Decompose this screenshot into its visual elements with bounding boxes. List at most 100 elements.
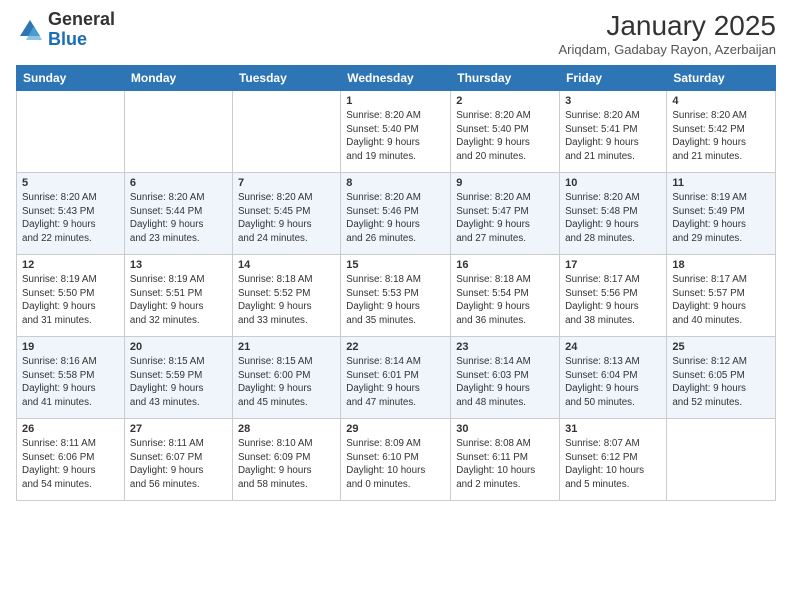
day-info: Sunrise: 8:17 AM Sunset: 5:57 PM Dayligh… <box>672 273 770 328</box>
day-info: Sunrise: 8:08 AM Sunset: 6:11 PM Dayligh… <box>456 437 554 492</box>
week-row-2: 12Sunrise: 8:19 AM Sunset: 5:50 PM Dayli… <box>17 255 776 337</box>
day-header-thursday: Thursday <box>451 66 560 91</box>
day-number: 7 <box>238 177 335 189</box>
location: Ariqdam, Gadabay Rayon, Azerbaijan <box>558 42 776 57</box>
day-info: Sunrise: 8:20 AM Sunset: 5:42 PM Dayligh… <box>672 109 770 164</box>
day-number: 19 <box>22 341 119 353</box>
day-info: Sunrise: 8:11 AM Sunset: 6:07 PM Dayligh… <box>130 437 227 492</box>
day-number: 24 <box>565 341 661 353</box>
day-number: 1 <box>346 95 445 107</box>
day-info: Sunrise: 8:20 AM Sunset: 5:47 PM Dayligh… <box>456 191 554 246</box>
calendar-cell: 18 Sunrise: 8:17 AM Sunset: 5:57 PM Dayli… <box>667 255 776 337</box>
day-number: 16 <box>456 259 554 271</box>
day-number: 30 <box>456 423 554 435</box>
calendar-cell: 4 Sunrise: 8:20 AM Sunset: 5:42 PM Daylig… <box>667 91 776 173</box>
calendar-cell: 2Sunrise: 8:20 AM Sunset: 5:40 PM Daylig… <box>451 91 560 173</box>
day-number: 22 <box>346 341 445 353</box>
calendar-cell: 23Sunrise: 8:14 AM Sunset: 6:03 PM Dayli… <box>451 337 560 419</box>
calendar-cell: 3 Sunrise: 8:20 AM Sunset: 5:41 PM Daylig… <box>560 91 667 173</box>
week-row-0: 1 Sunrise: 8:20 AM Sunset: 5:40 PM Daylig… <box>17 91 776 173</box>
day-header-sunday: Sunday <box>17 66 125 91</box>
day-number: 12 <box>22 259 119 271</box>
calendar-cell <box>17 91 125 173</box>
day-info: Sunrise: 8:16 AM Sunset: 5:58 PM Dayligh… <box>22 355 119 410</box>
header-row: SundayMondayTuesdayWednesdayThursdayFrid… <box>17 66 776 91</box>
calendar-cell: 16 Sunrise: 8:18 AM Sunset: 5:54 PM Dayli… <box>451 255 560 337</box>
day-info: Sunrise: 8:20 AM Sunset: 5:43 PM Dayligh… <box>22 191 119 246</box>
day-number: 3 <box>565 95 661 107</box>
day-info: Sunrise: 8:11 AM Sunset: 6:06 PM Dayligh… <box>22 437 119 492</box>
day-number: 17 <box>565 259 661 271</box>
calendar-cell: 29 Sunrise: 8:09 AM Sunset: 6:10 PM Dayli… <box>341 419 451 501</box>
day-info: Sunrise: 8:12 AM Sunset: 6:05 PM Dayligh… <box>672 355 770 410</box>
logo-text: General Blue <box>48 10 115 50</box>
day-number: 13 <box>130 259 227 271</box>
day-number: 18 <box>672 259 770 271</box>
day-header-friday: Friday <box>560 66 667 91</box>
calendar-cell: 15 Sunrise: 8:18 AM Sunset: 5:53 PM Dayli… <box>341 255 451 337</box>
day-info: Sunrise: 8:19 AM Sunset: 5:49 PM Dayligh… <box>672 191 770 246</box>
day-number: 29 <box>346 423 445 435</box>
day-info: Sunrise: 8:20 AM Sunset: 5:41 PM Dayligh… <box>565 109 661 164</box>
title-block: January 2025 Ariqdam, Gadabay Rayon, Aze… <box>558 10 776 57</box>
day-info: Sunrise: 8:18 AM Sunset: 5:52 PM Dayligh… <box>238 273 335 328</box>
calendar-cell <box>667 419 776 501</box>
day-info: Sunrise: 8:18 AM Sunset: 5:54 PM Dayligh… <box>456 273 554 328</box>
week-row-1: 5Sunrise: 8:20 AM Sunset: 5:43 PM Daylig… <box>17 173 776 255</box>
day-number: 26 <box>22 423 119 435</box>
day-info: Sunrise: 8:15 AM Sunset: 6:00 PM Dayligh… <box>238 355 335 410</box>
calendar-cell <box>232 91 340 173</box>
logo-blue: Blue <box>48 29 87 49</box>
day-number: 28 <box>238 423 335 435</box>
calendar-table: SundayMondayTuesdayWednesdayThursdayFrid… <box>16 65 776 501</box>
day-info: Sunrise: 8:07 AM Sunset: 6:12 PM Dayligh… <box>565 437 661 492</box>
logo: General Blue <box>16 10 115 50</box>
calendar-cell: 8 Sunrise: 8:20 AM Sunset: 5:46 PM Daylig… <box>341 173 451 255</box>
calendar-cell: 25Sunrise: 8:12 AM Sunset: 6:05 PM Dayli… <box>667 337 776 419</box>
day-number: 10 <box>565 177 661 189</box>
calendar-cell <box>124 91 232 173</box>
day-info: Sunrise: 8:18 AM Sunset: 5:53 PM Dayligh… <box>346 273 445 328</box>
day-number: 9 <box>456 177 554 189</box>
day-number: 20 <box>130 341 227 353</box>
day-number: 11 <box>672 177 770 189</box>
calendar-cell: 14 Sunrise: 8:18 AM Sunset: 5:52 PM Dayli… <box>232 255 340 337</box>
day-number: 31 <box>565 423 661 435</box>
day-number: 14 <box>238 259 335 271</box>
day-info: Sunrise: 8:20 AM Sunset: 5:45 PM Dayligh… <box>238 191 335 246</box>
calendar-cell: 21 Sunrise: 8:15 AM Sunset: 6:00 PM Dayli… <box>232 337 340 419</box>
day-number: 21 <box>238 341 335 353</box>
day-number: 27 <box>130 423 227 435</box>
day-info: Sunrise: 8:10 AM Sunset: 6:09 PM Dayligh… <box>238 437 335 492</box>
day-number: 15 <box>346 259 445 271</box>
day-info: Sunrise: 8:20 AM Sunset: 5:46 PM Dayligh… <box>346 191 445 246</box>
calendar-cell: 22 Sunrise: 8:14 AM Sunset: 6:01 PM Dayli… <box>341 337 451 419</box>
day-number: 4 <box>672 95 770 107</box>
calendar-cell: 27 Sunrise: 8:11 AM Sunset: 6:07 PM Dayli… <box>124 419 232 501</box>
page: General Blue January 2025 Ariqdam, Gadab… <box>0 0 792 612</box>
day-header-monday: Monday <box>124 66 232 91</box>
day-number: 2 <box>456 95 554 107</box>
month-title: January 2025 <box>558 10 776 42</box>
calendar-cell: 6Sunrise: 8:20 AM Sunset: 5:44 PM Daylig… <box>124 173 232 255</box>
day-header-saturday: Saturday <box>667 66 776 91</box>
calendar-cell: 31 Sunrise: 8:07 AM Sunset: 6:12 PM Dayli… <box>560 419 667 501</box>
calendar-cell: 7 Sunrise: 8:20 AM Sunset: 5:45 PM Daylig… <box>232 173 340 255</box>
calendar-cell: 28 Sunrise: 8:10 AM Sunset: 6:09 PM Dayli… <box>232 419 340 501</box>
day-number: 6 <box>130 177 227 189</box>
day-info: Sunrise: 8:17 AM Sunset: 5:56 PM Dayligh… <box>565 273 661 328</box>
calendar-cell: 20 Sunrise: 8:15 AM Sunset: 5:59 PM Dayli… <box>124 337 232 419</box>
day-info: Sunrise: 8:14 AM Sunset: 6:01 PM Dayligh… <box>346 355 445 410</box>
day-info: Sunrise: 8:09 AM Sunset: 6:10 PM Dayligh… <box>346 437 445 492</box>
calendar-cell: 17 Sunrise: 8:17 AM Sunset: 5:56 PM Dayli… <box>560 255 667 337</box>
calendar-cell: 5Sunrise: 8:20 AM Sunset: 5:43 PM Daylig… <box>17 173 125 255</box>
day-info: Sunrise: 8:20 AM Sunset: 5:40 PM Dayligh… <box>346 109 445 164</box>
calendar-cell: 26 Sunrise: 8:11 AM Sunset: 6:06 PM Dayli… <box>17 419 125 501</box>
calendar-cell: 19 Sunrise: 8:16 AM Sunset: 5:58 PM Dayli… <box>17 337 125 419</box>
day-number: 23 <box>456 341 554 353</box>
day-number: 8 <box>346 177 445 189</box>
calendar-cell: 12Sunrise: 8:19 AM Sunset: 5:50 PM Dayli… <box>17 255 125 337</box>
logo-icon <box>16 16 44 44</box>
day-info: Sunrise: 8:15 AM Sunset: 5:59 PM Dayligh… <box>130 355 227 410</box>
header: General Blue January 2025 Ariqdam, Gadab… <box>16 10 776 57</box>
